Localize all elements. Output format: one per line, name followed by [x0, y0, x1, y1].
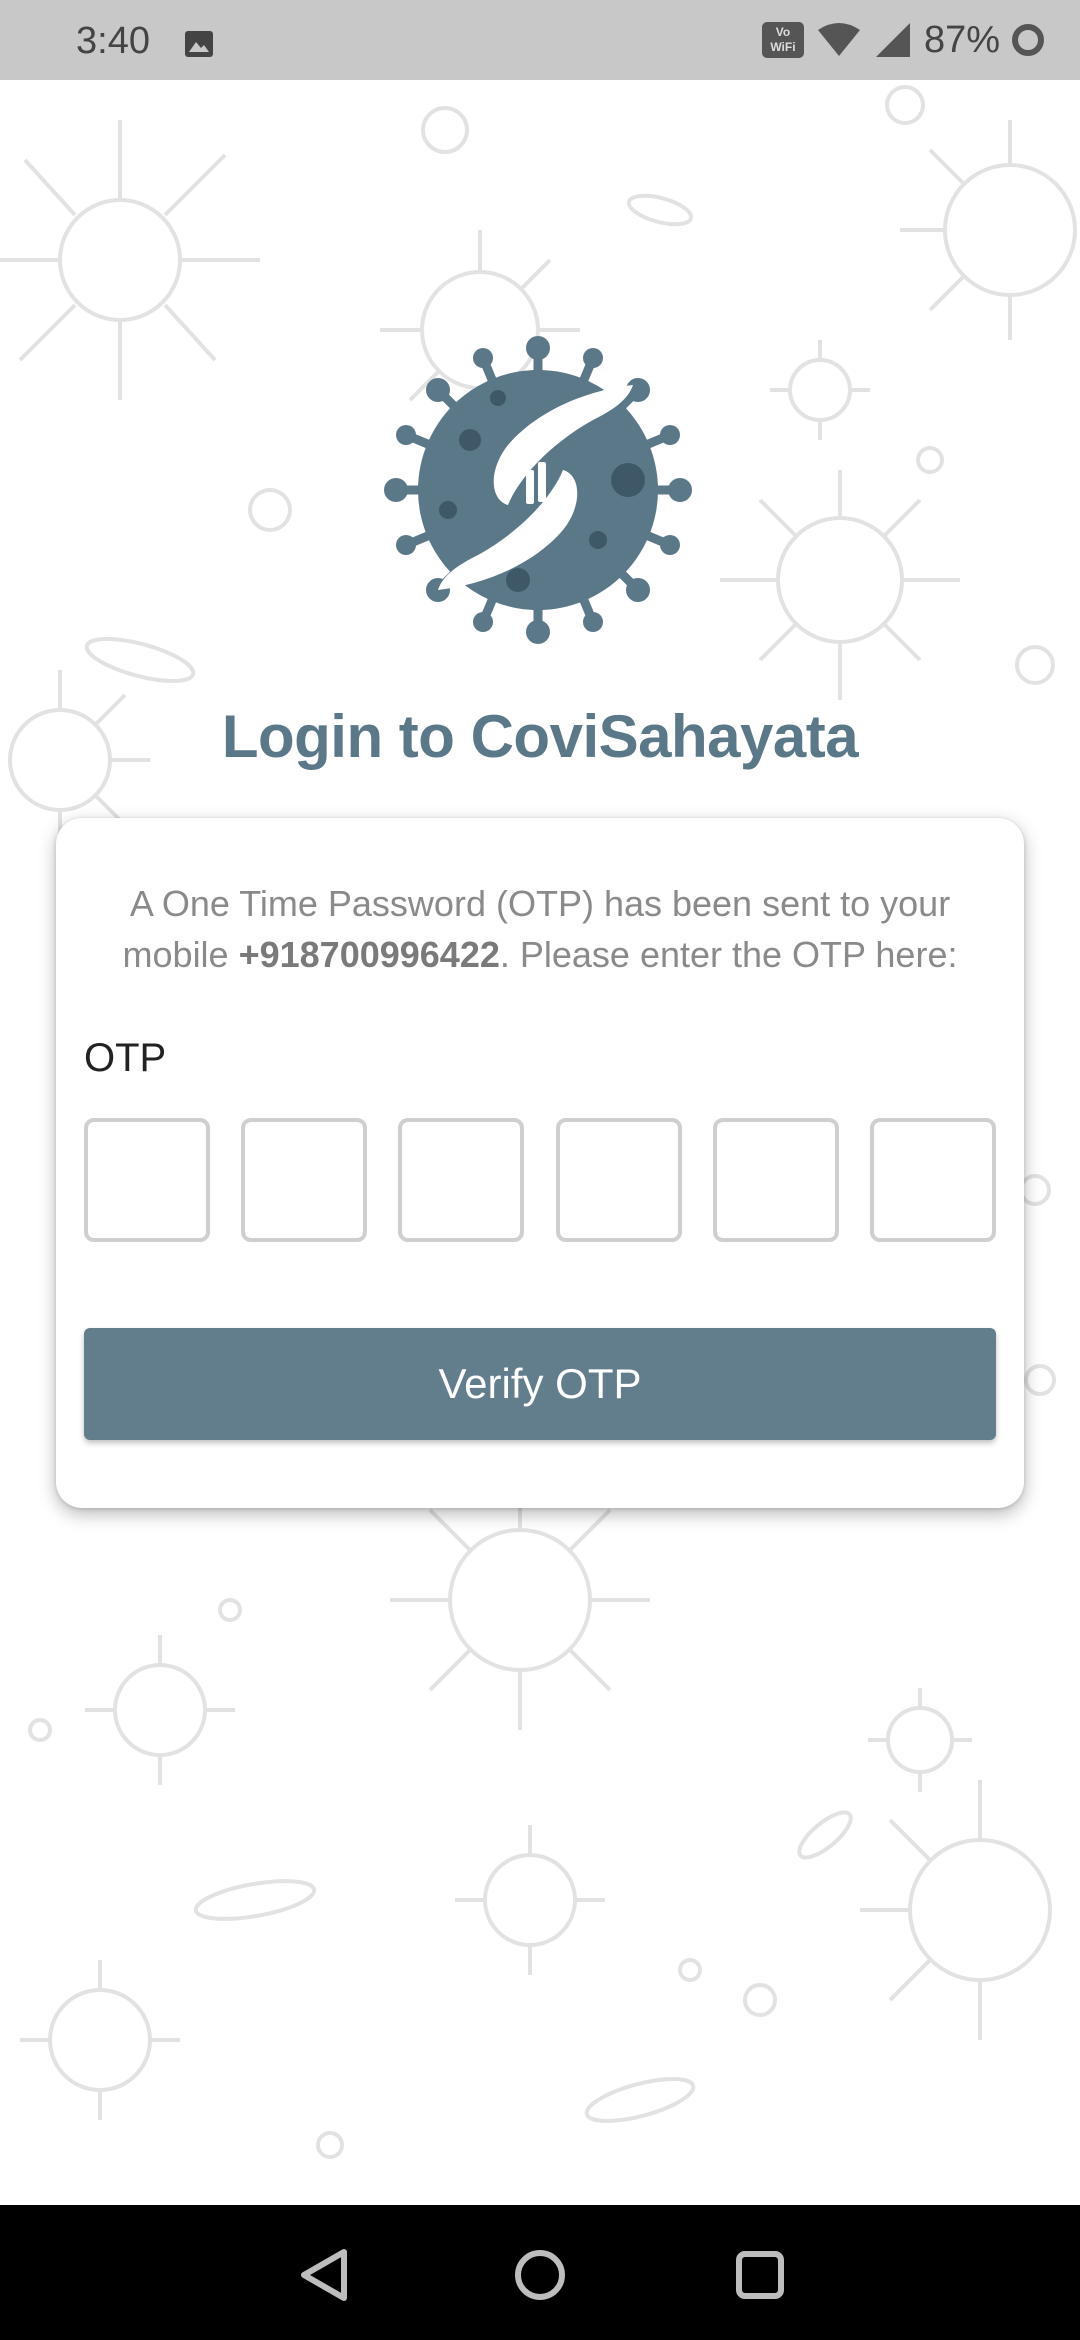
virus-doodle-9: [455, 1825, 605, 1975]
otp-digit-input-4[interactable]: [555, 1118, 682, 1242]
page-title: Login to CoviSahayata: [221, 703, 859, 770]
status-bar: 3:40 Vo WiFi 87%: [0, 0, 1080, 80]
vowifi-line1: Vo: [775, 25, 791, 39]
otp-message-suffix: . Please enter the OTP here:: [499, 934, 958, 975]
virus-doodle-7: [85, 1635, 235, 1785]
cellular-signal-icon: [875, 23, 910, 57]
virus-doodle-3: [900, 120, 1077, 340]
vowifi-icon: Vo WiFi: [761, 22, 804, 58]
wifi-icon: [817, 23, 860, 56]
recents-icon[interactable]: [725, 2240, 795, 2310]
virus-doodle-10: [20, 1960, 180, 2120]
otp-digit-input-2[interactable]: [241, 1118, 368, 1242]
otp-card: A One Time Password (OTP) has been sent …: [56, 818, 1024, 1508]
otp-message: A One Time Password (OTP) has been sent …: [86, 878, 994, 980]
battery-icon: [1012, 24, 1044, 56]
virus-doodle-12: [868, 1688, 972, 1792]
status-icons: Vo WiFi 87%: [761, 18, 1044, 62]
home-icon[interactable]: [505, 2240, 575, 2310]
otp-digit-input-6[interactable]: [869, 1118, 996, 1242]
battery-percentage: 87%: [923, 18, 1000, 61]
virus-doodle-6: [390, 1470, 650, 1730]
otp-digit-input-5[interactable]: [712, 1118, 839, 1242]
otp-digit-input-3[interactable]: [398, 1118, 525, 1242]
phone-number: +918700996422: [238, 934, 500, 975]
gallery-icon: [185, 31, 213, 57]
status-time: 3:40: [76, 20, 150, 62]
otp-digit-input-1[interactable]: [84, 1118, 210, 1242]
virus-doodle-1: [0, 120, 260, 400]
covisahayata-logo-icon: [384, 336, 692, 644]
back-icon[interactable]: [290, 2240, 360, 2310]
vowifi-line2: WiFi: [770, 40, 796, 54]
navigation-bar: [0, 2205, 1080, 2340]
otp-input-row: [84, 1118, 996, 1244]
verify-otp-button[interactable]: Verify OTP: [84, 1328, 996, 1440]
virus-doodle-4: [720, 470, 960, 700]
virus-doodle-11: [770, 340, 870, 440]
otp-label: OTP: [84, 1036, 167, 1080]
virus-doodle-8: [860, 1780, 1052, 2040]
